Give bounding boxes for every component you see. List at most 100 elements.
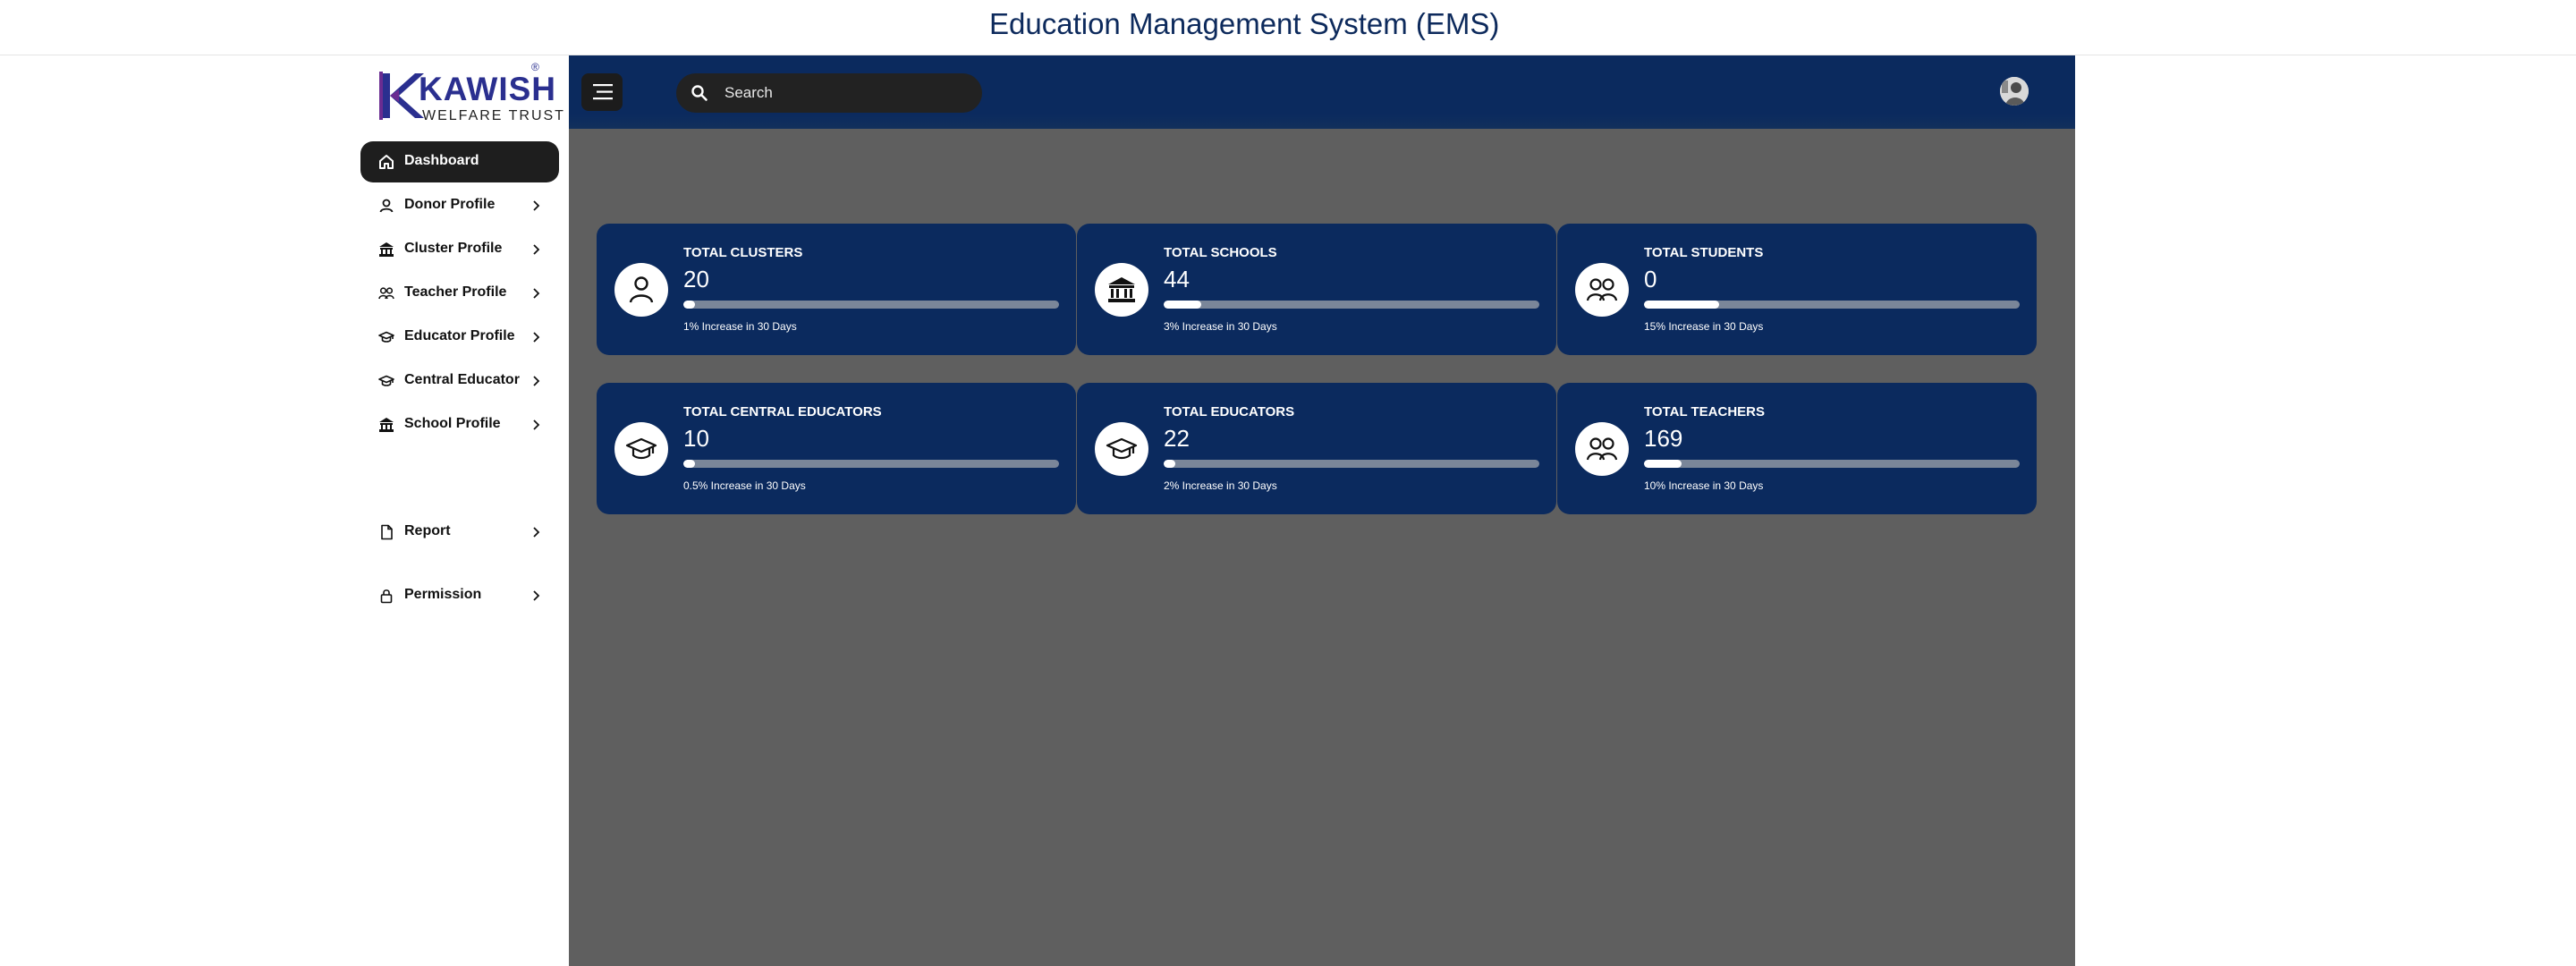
stat-card-total-students[interactable]: TOTAL STUDENTS 0 15% Increase in 30 Days — [1557, 224, 2037, 355]
graduation-cap-icon — [378, 375, 394, 386]
card-note: 2% Increase in 30 Days — [1164, 479, 1277, 492]
lock-icon — [380, 589, 393, 604]
sidebar-item-label: Dashboard — [404, 153, 479, 168]
card-progress-fill — [1644, 460, 1682, 468]
card-note: 10% Increase in 30 Days — [1644, 479, 1764, 492]
card-title: TOTAL SCHOOLS — [1164, 245, 1277, 260]
hamburger-icon — [593, 84, 613, 100]
registered-mark: ® — [531, 61, 539, 73]
card-progress-bar — [1644, 460, 2020, 468]
chevron-right-icon — [533, 527, 540, 538]
search-input[interactable] — [723, 79, 964, 107]
stat-card-total-teachers[interactable]: TOTAL TEACHERS 169 10% Increase in 30 Days — [1557, 383, 2037, 514]
sidebar-item-school-profile[interactable]: School Profile — [360, 404, 559, 445]
stat-card-total-central-educators[interactable]: TOTAL CENTRAL EDUCATORS 10 0.5% Increase i… — [597, 383, 1076, 514]
stat-card-total-educators[interactable]: TOTAL EDUCATORS 22 2% Increase in 30 Days — [1077, 383, 1556, 514]
graduation-cap-icon — [1106, 437, 1138, 460]
document-icon — [381, 524, 393, 540]
card-icon-circle — [1095, 263, 1148, 317]
chevron-right-icon — [533, 419, 540, 430]
card-icon-circle — [614, 263, 668, 317]
chevron-right-icon — [533, 332, 540, 343]
card-progress-bar — [683, 301, 1059, 309]
sidebar-item-donor-profile[interactable]: Donor Profile — [360, 185, 559, 226]
card-progress-bar — [1644, 301, 2020, 309]
main-content: TOTAL CLUSTERS201% Increase in 30 DaysTO… — [569, 55, 2075, 966]
top-bar — [569, 55, 2075, 129]
card-progress-fill — [1644, 301, 1719, 309]
sidebar-item-label: Central Educator — [404, 372, 520, 387]
avatar[interactable] — [2000, 77, 2029, 106]
stat-card-total-clusters[interactable]: TOTAL CLUSTERS 20 1% Increase in 30 Days — [597, 224, 1076, 355]
chevron-right-icon — [533, 590, 540, 601]
search-bar[interactable] — [676, 73, 982, 113]
bank-icon — [379, 418, 394, 432]
sidebar-item-label: Permission — [404, 587, 482, 602]
graduation-cap-icon — [378, 331, 394, 343]
logo[interactable]: KAWISH WELFARE TRUST ® — [379, 61, 564, 125]
bank-icon — [1108, 277, 1135, 302]
app-header: Education Management System (EMS) — [0, 0, 2576, 55]
card-note: 1% Increase in 30 Days — [683, 320, 797, 333]
group-icon — [1586, 437, 1618, 461]
sidebar-item-label: Donor Profile — [404, 197, 496, 212]
group-icon — [1586, 278, 1618, 301]
sidebar-item-label: Cluster Profile — [404, 241, 503, 256]
logo-name: KAWISH — [419, 71, 556, 107]
sidebar-item-educator-profile[interactable]: Educator Profile — [360, 317, 559, 358]
card-progress-fill — [683, 460, 695, 468]
sidebar-item-teacher-profile[interactable]: Teacher Profile — [360, 273, 559, 314]
card-icon-circle — [1575, 422, 1629, 476]
sidebar-item-cluster-profile[interactable]: Cluster Profile — [360, 229, 559, 270]
chevron-right-icon — [533, 288, 540, 299]
logo-subtitle: WELFARE TRUST — [422, 108, 565, 123]
card-title: TOTAL CLUSTERS — [683, 245, 803, 260]
sidebar-item-label: School Profile — [404, 416, 501, 431]
sidebar-item-dashboard[interactable]: Dashboard — [360, 141, 559, 182]
chevron-right-icon — [533, 244, 540, 255]
card-title: TOTAL STUDENTS — [1644, 245, 1764, 260]
card-value: 0 — [1644, 266, 1657, 292]
card-progress-bar — [1164, 460, 1539, 468]
card-icon-circle — [1575, 263, 1629, 317]
stat-card-total-schools[interactable]: TOTAL SCHOOLS 44 3% Increase in 30 Days — [1077, 224, 1556, 355]
card-icon-circle — [614, 422, 668, 476]
card-note: 15% Increase in 30 Days — [1644, 320, 1764, 333]
card-title: TOTAL TEACHERS — [1644, 404, 1766, 419]
search-icon — [691, 85, 708, 101]
bank-icon — [379, 242, 394, 257]
card-note: 3% Increase in 30 Days — [1164, 320, 1277, 333]
card-progress-fill — [683, 301, 695, 309]
home-icon — [379, 155, 394, 169]
menu-toggle-button[interactable] — [581, 73, 623, 111]
sidebar-item-permission[interactable]: Permission — [360, 575, 559, 616]
card-progress-bar — [1164, 301, 1539, 309]
sidebar-item-label: Report — [404, 523, 451, 538]
card-value: 22 — [1164, 425, 1190, 452]
card-value: 10 — [683, 425, 709, 452]
app-title: Education Management System (EMS) — [989, 7, 1500, 40]
card-progress-fill — [1164, 460, 1175, 468]
card-value: 20 — [683, 266, 709, 292]
sidebar-item-report[interactable]: Report — [360, 512, 559, 553]
sidebar-item-central-educator[interactable]: Central Educator — [360, 360, 559, 402]
person-icon — [379, 199, 394, 213]
person-icon — [629, 276, 654, 303]
card-value: 44 — [1164, 266, 1190, 292]
sidebar-item-label: Educator Profile — [404, 328, 515, 343]
chevron-right-icon — [533, 376, 540, 386]
card-progress-bar — [683, 460, 1059, 468]
chevron-right-icon — [533, 200, 540, 211]
user-avatar-icon — [2000, 77, 2029, 106]
card-icon-circle — [1095, 422, 1148, 476]
group-icon — [378, 287, 394, 300]
card-value: 169 — [1644, 425, 1683, 452]
card-title: TOTAL EDUCATORS — [1164, 404, 1295, 419]
graduation-cap-icon — [625, 437, 657, 460]
card-progress-fill — [1164, 301, 1201, 309]
sidebar: KAWISH WELFARE TRUST ® Dashboard Donor P… — [352, 55, 569, 966]
card-note: 0.5% Increase in 30 Days — [683, 479, 806, 492]
sidebar-item-label: Teacher Profile — [404, 284, 507, 300]
logo-k-mark-icon — [379, 72, 424, 120]
card-title: TOTAL CENTRAL EDUCATORS — [683, 404, 882, 419]
